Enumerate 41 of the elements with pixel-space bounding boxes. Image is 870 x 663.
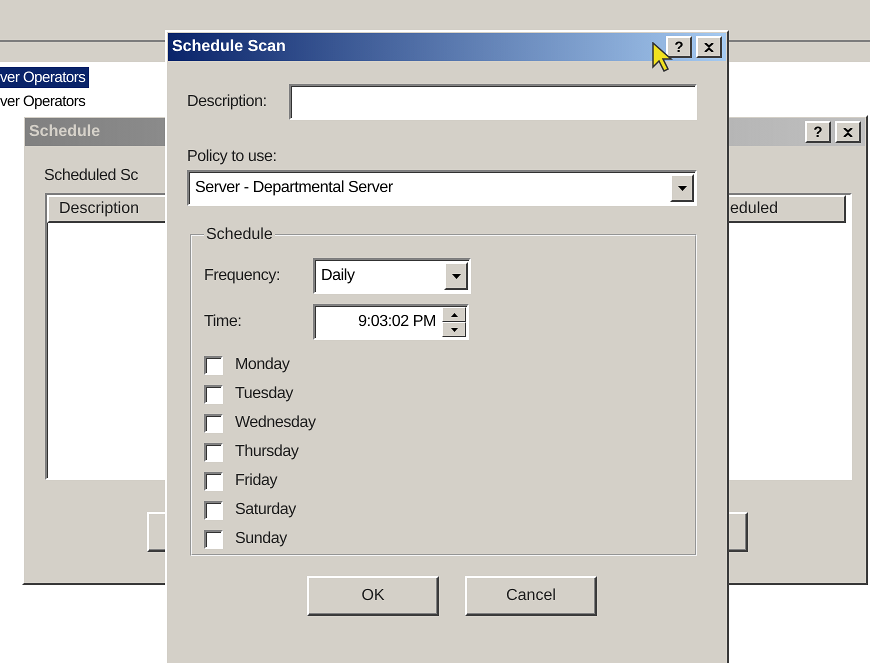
checkbox[interactable]: [204, 384, 223, 404]
checkbox-label: Saturday: [235, 501, 296, 519]
policy-dropdown[interactable]: Server - Departmental Server: [187, 170, 697, 206]
checkbox[interactable]: [204, 530, 223, 548]
checkbox[interactable]: [204, 414, 223, 432]
checkbox[interactable]: [204, 500, 223, 520]
checkbox-label: Friday: [235, 472, 278, 490]
frequency-dropdown[interactable]: Daily: [313, 258, 471, 294]
ok-button[interactable]: OK: [307, 576, 439, 616]
checkbox[interactable]: [204, 472, 223, 490]
dropdown-arrow-icon: [452, 274, 460, 278]
dropdown-arrow-icon: [678, 186, 686, 190]
checkbox[interactable]: [204, 356, 223, 374]
close-button[interactable]: [835, 121, 861, 143]
description-field[interactable]: [288, 84, 697, 120]
field-label: Frequency:: [204, 267, 280, 284]
cancel-button[interactable]: Cancel: [465, 576, 597, 616]
close-icon: [843, 128, 853, 136]
close-icon: [704, 42, 714, 52]
checkbox-label: Wednesday: [235, 414, 316, 432]
field-label: Description:: [187, 93, 267, 111]
list-item[interactable]: ver Operators: [0, 67, 90, 88]
time-field[interactable]: 9:03:02 PM: [313, 304, 469, 340]
checkbox-label: Monday: [235, 356, 290, 374]
spin-buttons[interactable]: [442, 307, 466, 337]
help-button[interactable]: ?: [666, 36, 692, 58]
checkbox-label: Thursday: [235, 443, 298, 461]
cursor-icon: [652, 42, 674, 72]
checkbox-label: Tuesday: [235, 385, 293, 403]
column-header[interactable]: eduled: [726, 195, 846, 223]
list-label: Scheduled Sc: [44, 167, 138, 184]
window-title: Schedule: [29, 123, 102, 141]
help-button[interactable]: ?: [805, 121, 831, 143]
field-label: Policy to use:: [187, 148, 277, 165]
field-label: Time:: [204, 313, 242, 330]
checkbox[interactable]: [204, 442, 223, 462]
list-item[interactable]: ver Operators: [0, 91, 90, 112]
close-button[interactable]: [696, 36, 722, 58]
window-title: Schedule Scan: [172, 38, 287, 56]
checkbox-label: Sunday: [235, 530, 287, 548]
group-title: Schedule: [205, 226, 274, 244]
